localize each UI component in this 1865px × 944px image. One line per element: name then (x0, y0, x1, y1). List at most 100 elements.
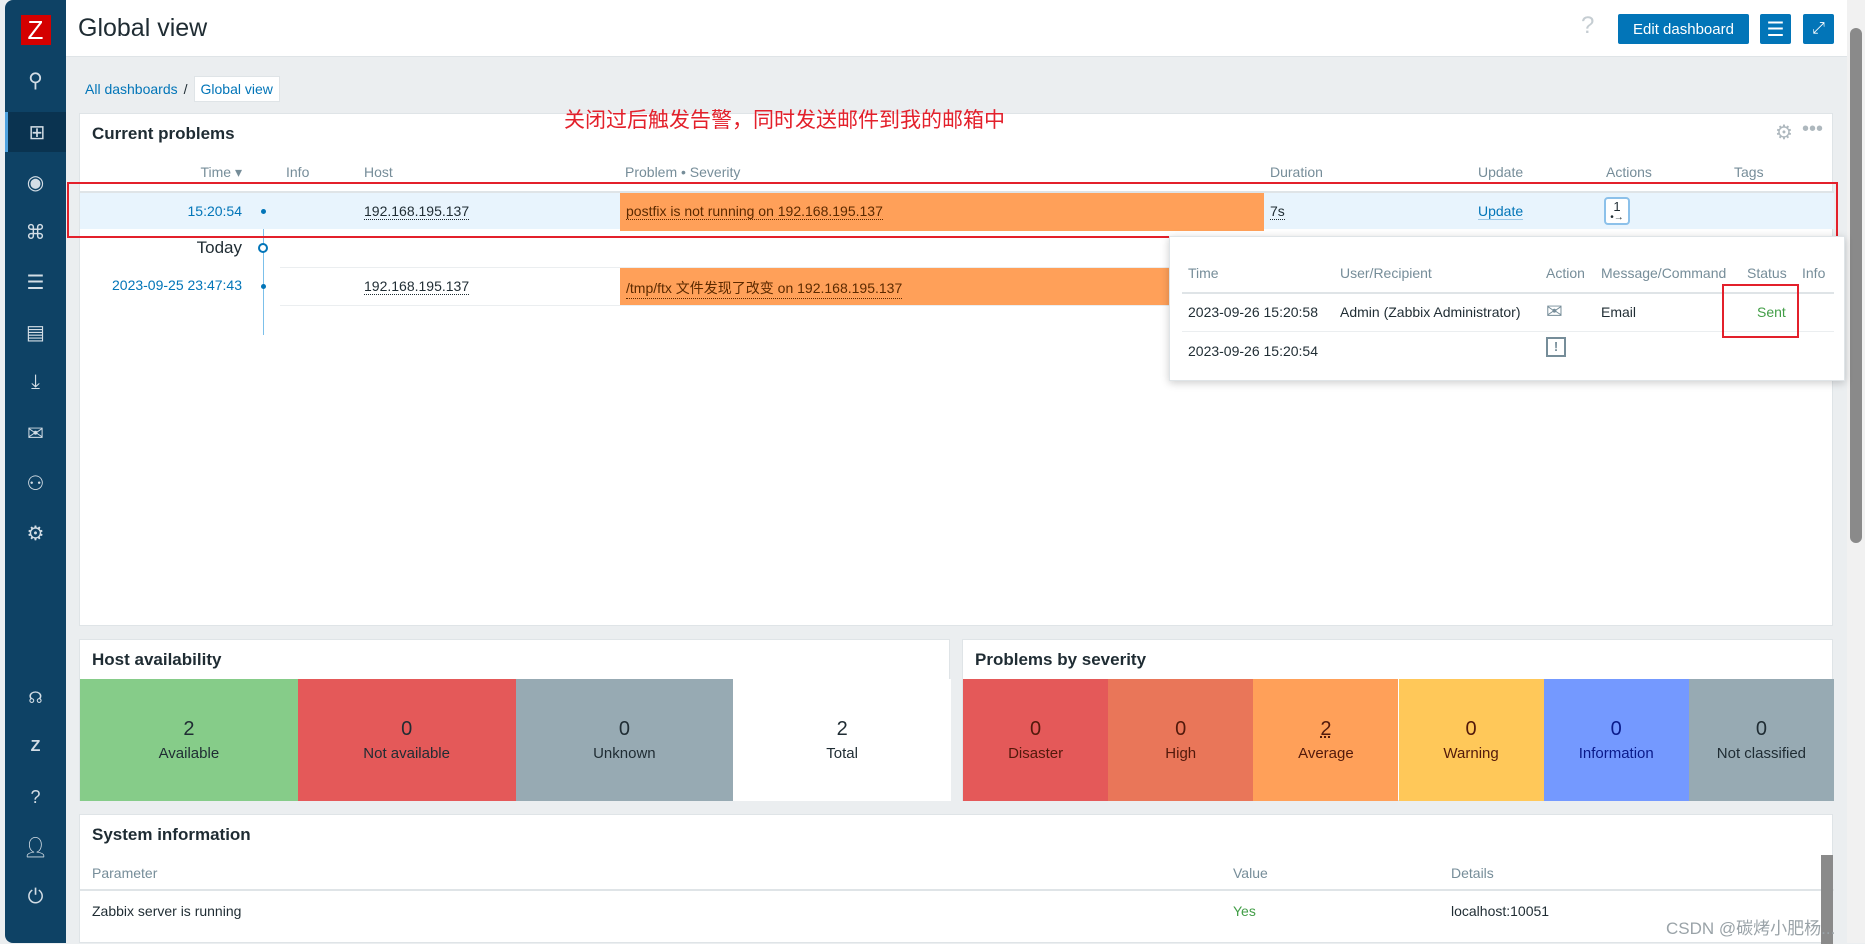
tile-count: 2 (836, 718, 848, 740)
tile-label: Average (1298, 745, 1354, 762)
tile-count: 0 (618, 718, 630, 740)
column-value: Value (1233, 865, 1268, 881)
user-icon[interactable]: 👤︎ (5, 827, 66, 867)
widget-title: Problems by severity (975, 650, 1147, 669)
problem-calendar-icon: ! (1546, 337, 1566, 357)
annotation-text: 关闭过后触发告警，同时发送邮件到我的邮箱中 (564, 109, 1005, 132)
report-icon[interactable]: ▤ (5, 312, 66, 352)
tile-disaster[interactable]: 0 Disaster (963, 679, 1109, 801)
column-actions: Actions (1606, 164, 1652, 180)
annotation-box (1722, 284, 1799, 338)
more-options-icon[interactable]: ••• (1802, 118, 1823, 141)
menu-icon[interactable]: ☰ (1760, 14, 1791, 44)
watermark: CSDN @碳烤小肥杨... (1666, 919, 1836, 938)
problem-time[interactable]: 2023-09-25 23:47:43 (80, 277, 242, 293)
column-time[interactable]: Time ▾ (160, 164, 242, 181)
page-title: Global view (78, 14, 208, 42)
column-update: Update (1478, 164, 1524, 180)
tile-label: Unknown (593, 745, 656, 762)
fullscreen-icon[interactable]: ⤢ (1803, 14, 1834, 44)
tile-label: Not classified (1716, 745, 1806, 762)
popup-column-time: Time (1188, 265, 1219, 281)
header: Global view ? Edit dashboard ☰ ⤢ (66, 0, 1847, 57)
tile-count: 0 (401, 718, 413, 740)
tile-label: Disaster (1008, 745, 1064, 762)
list-icon[interactable]: ☰ (5, 262, 66, 302)
column-details: Details (1451, 865, 1494, 881)
tile-label: Information (1578, 745, 1654, 762)
users-icon[interactable]: ⚇ (5, 463, 66, 503)
popup-column-status: Status (1747, 265, 1787, 281)
popup-column-info: Info (1802, 265, 1826, 281)
tile-high[interactable]: 0 High (1108, 679, 1254, 801)
tile-count: 0 (1755, 718, 1767, 740)
widget-title: Current problems (92, 124, 235, 143)
tile-count: 2 (1320, 718, 1332, 740)
gear-icon[interactable]: ⚙ (5, 513, 66, 553)
popup-time: 2023-09-26 15:20:58 (1188, 304, 1318, 320)
timeline-marker (258, 243, 268, 253)
tile-total[interactable]: 2 Total (733, 679, 951, 801)
mail-icon: ✉ (1546, 301, 1563, 323)
system-information-widget: System information Parameter Value Detai… (79, 814, 1834, 944)
tile-count: 0 (1175, 718, 1187, 740)
tile-label: Warning (1443, 745, 1499, 762)
tile-available[interactable]: 2 Available (80, 679, 298, 801)
divider (80, 889, 1834, 891)
breadcrumb-all-dashboards[interactable]: All dashboards (85, 81, 178, 97)
problems-by-severity-widget: Problems by severity 0 Disaster 0 High 2 Aver… (962, 639, 1834, 801)
today-label: Today (196, 238, 242, 257)
tile-information[interactable]: 0 Information (1543, 679, 1689, 801)
scrollbar[interactable] (1847, 0, 1865, 943)
popup-column-message: Message/Command (1601, 265, 1727, 281)
dashboard-icon[interactable]: ⊞ (5, 112, 66, 152)
power-icon[interactable]: ⏻ (5, 877, 66, 917)
tile-average[interactable]: 2 Average (1253, 679, 1399, 801)
mail-icon[interactable]: ✉ (5, 413, 66, 453)
popup-user: Admin (Zabbix Administrator) (1340, 304, 1521, 320)
column-parameter: Parameter (92, 865, 158, 881)
tile-label: Total (826, 745, 858, 762)
eye-icon[interactable]: ◉ (5, 162, 66, 202)
tile-not-classified[interactable]: 0 Not classified (1688, 679, 1834, 801)
tile-count: 2 (183, 718, 195, 740)
tile-label: Not available (363, 745, 450, 762)
timeline-dot (261, 284, 266, 289)
tile-count: 0 (1030, 718, 1042, 740)
problem-name[interactable]: /tmp/ftx 文件发现了改变 on 192.168.195.137 (626, 278, 903, 299)
popup-time: 2023-09-26 15:20:54 (1188, 343, 1318, 359)
widget-title: Host availability (92, 650, 222, 669)
network-icon[interactable]: ⌘ (5, 212, 66, 252)
host-availability-tiles: 2 Available 0 Not available 0 Unknown 2 Total (80, 679, 951, 801)
sidebar: Z ⚲ ⊞ ◉ ⌘ ☰ ▤ ⤓ ✉ ⚇ ⚙ ☊ Z ? 👤︎ ⏻ (5, 0, 66, 943)
breadcrumb-current[interactable]: Global view (193, 76, 280, 102)
edit-dashboard-button[interactable]: Edit dashboard (1618, 14, 1749, 44)
host-availability-widget: Host availability 2 Available 0 Not availab… (79, 639, 951, 801)
severity-cell: /tmp/ftx 文件发现了改变 on 192.168.195.137 (620, 268, 1264, 305)
download-icon[interactable]: ⤓ (5, 362, 66, 402)
tile-label: High (1165, 745, 1197, 762)
param-name: Zabbix server is running (92, 903, 242, 919)
tile-not-available[interactable]: 0 Not available (297, 679, 516, 801)
zabbix-icon[interactable]: Z (5, 727, 66, 767)
zabbix-logo[interactable]: Z (5, 10, 66, 50)
param-value: Yes (1233, 903, 1256, 919)
host-link[interactable]: 192.168.195.137 (364, 278, 470, 295)
popup-message: Email (1601, 304, 1637, 320)
annotation-box (67, 182, 1838, 238)
column-problem[interactable]: Problem • Severity (625, 164, 740, 180)
scrollbar-thumb[interactable] (1850, 28, 1862, 543)
popup-column-user: User/Recipient (1340, 265, 1432, 281)
severity-tiles: 0 Disaster 0 High 2 Average 0 Warning 0 Informati… (963, 679, 1834, 801)
tile-unknown[interactable]: 0 Unknown (515, 679, 734, 801)
column-tags: Tags (1734, 164, 1764, 180)
tile-count: 0 (1465, 718, 1477, 740)
gear-icon[interactable]: ⚙ (1775, 120, 1793, 145)
headset-icon[interactable]: ☊ (5, 678, 66, 718)
search-icon[interactable]: ⚲ (5, 60, 66, 100)
tile-count: 0 (1610, 718, 1622, 740)
help-icon[interactable]: ? (5, 777, 66, 817)
help-icon[interactable]: ? (1581, 12, 1594, 40)
column-host[interactable]: Host (364, 164, 393, 180)
tile-warning[interactable]: 0 Warning (1398, 679, 1544, 801)
